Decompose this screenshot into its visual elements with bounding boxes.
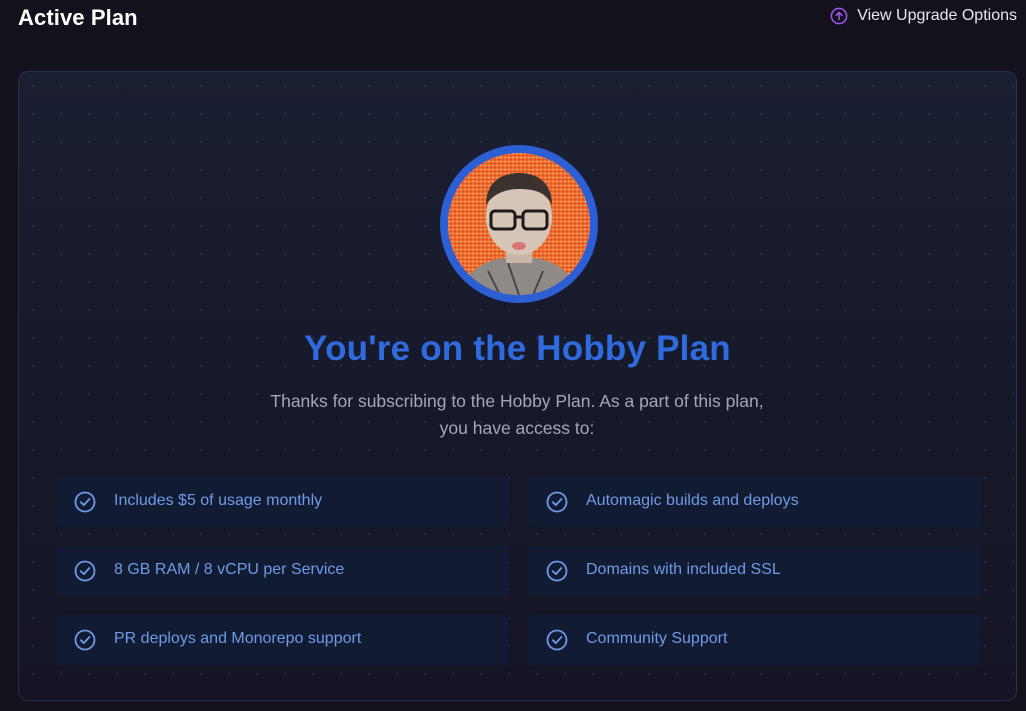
arrow-up-circle-icon bbox=[830, 7, 848, 25]
avatar-ring bbox=[440, 145, 598, 303]
upgrade-link-label: View Upgrade Options bbox=[857, 7, 1017, 24]
page-header: Active Plan View Upgrade Options bbox=[0, 0, 1026, 40]
feature-item: Community Support bbox=[528, 615, 981, 665]
feature-label: PR deploys and Monorepo support bbox=[114, 630, 362, 647]
feature-item: 8 GB RAM / 8 vCPU per Service bbox=[56, 546, 509, 596]
plan-title: You're on the Hobby Plan bbox=[304, 329, 731, 368]
avatar bbox=[448, 153, 590, 295]
avatar-portrait bbox=[448, 153, 590, 295]
check-circle-icon bbox=[74, 560, 96, 582]
feature-label: 8 GB RAM / 8 vCPU per Service bbox=[114, 561, 345, 578]
feature-label: Domains with included SSL bbox=[586, 561, 781, 578]
active-plan-card: You're on the Hobby Plan Thanks for subs… bbox=[18, 71, 1017, 701]
feature-label: Community Support bbox=[586, 630, 728, 647]
check-circle-icon bbox=[546, 560, 568, 582]
plan-description: Thanks for subscribing to the Hobby Plan… bbox=[217, 388, 817, 442]
feature-item: Domains with included SSL bbox=[528, 546, 981, 596]
feature-label: Includes $5 of usage monthly bbox=[114, 492, 323, 509]
view-upgrade-options-link[interactable]: View Upgrade Options bbox=[830, 7, 1017, 25]
plan-description-line: Thanks for subscribing to the Hobby Plan… bbox=[270, 391, 764, 411]
feature-item: PR deploys and Monorepo support bbox=[56, 615, 509, 665]
feature-label: Automagic builds and deploys bbox=[586, 492, 799, 509]
check-circle-icon bbox=[546, 629, 568, 651]
plan-description-line: you have access to: bbox=[439, 418, 595, 438]
check-circle-icon bbox=[74, 629, 96, 651]
page-title: Active Plan bbox=[18, 5, 138, 30]
check-circle-icon bbox=[74, 491, 96, 513]
feature-item: Automagic builds and deploys bbox=[528, 477, 981, 527]
check-circle-icon bbox=[546, 491, 568, 513]
feature-item: Includes $5 of usage monthly bbox=[56, 477, 509, 527]
